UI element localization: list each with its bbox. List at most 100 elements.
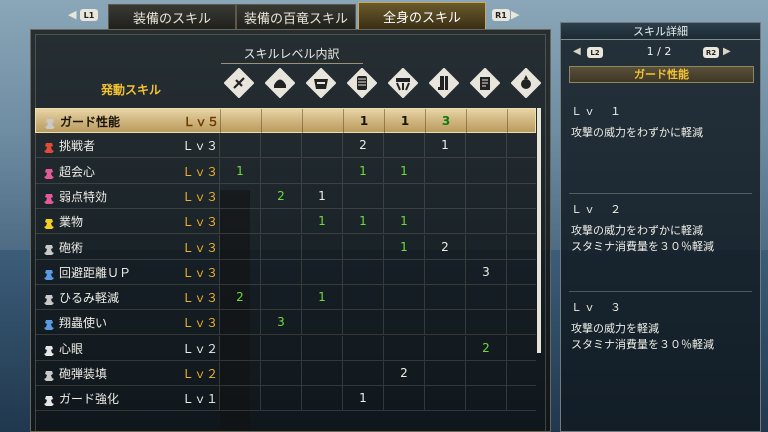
skill-points-cell bbox=[424, 158, 465, 183]
skill-points-cell bbox=[219, 234, 260, 259]
skill-points-cell: 2 bbox=[342, 133, 383, 158]
scrollbar-thumb[interactable] bbox=[537, 108, 541, 353]
skill-name: 業物 bbox=[59, 215, 84, 230]
skill-points-cell bbox=[219, 310, 260, 335]
skill-points-cell: 1 bbox=[342, 209, 383, 234]
skill-level: Ｌｖ５ bbox=[183, 115, 220, 129]
skill-points-cell bbox=[342, 310, 383, 335]
skill-points-cell: 2 bbox=[424, 234, 465, 259]
level-divider bbox=[569, 193, 752, 194]
skill-name: ひるみ軽減 bbox=[59, 291, 120, 306]
skill-points-cell bbox=[424, 209, 465, 234]
skill-row[interactable]: ガード性能 Ｌｖ５ 1 1 3 bbox=[35, 108, 536, 133]
skill-row[interactable]: 回避距離ＵＰ Ｌｖ３ 3 bbox=[35, 259, 536, 285]
skill-row[interactable]: 挑戦者 Ｌｖ３ 2 1 bbox=[35, 133, 536, 159]
r1-button[interactable]: R1 bbox=[492, 9, 510, 21]
skill-level: Ｌｖ３ bbox=[182, 265, 219, 280]
tab-left-arrow-icon: ◀ bbox=[68, 8, 77, 21]
skill-row[interactable]: 砲弾装填 Ｌｖ２ 2 bbox=[35, 361, 536, 386]
skill-points-cell bbox=[383, 259, 424, 284]
activated-skills-label: 発動スキル bbox=[101, 83, 162, 97]
skill-points-cell bbox=[424, 259, 465, 284]
tab-rampage-skills[interactable]: 装備の百竜スキル bbox=[236, 4, 356, 29]
skill-points-cell bbox=[261, 109, 302, 133]
skill-points-cell bbox=[342, 234, 383, 259]
skill-points-cell bbox=[219, 361, 260, 385]
skill-points-cell bbox=[383, 310, 424, 335]
l2-button[interactable]: L2 bbox=[587, 47, 603, 58]
skill-row[interactable]: ガード強化 Ｌｖ１ 1 bbox=[35, 386, 536, 412]
skill-points-cell: 1 bbox=[424, 133, 465, 158]
skill-name: 弱点特効 bbox=[59, 189, 108, 204]
r2-button[interactable]: R2 bbox=[703, 47, 719, 58]
skill-points-cell: 1 bbox=[342, 158, 383, 183]
skill-points-cell bbox=[424, 335, 465, 360]
waist-armor-icon bbox=[387, 67, 419, 99]
skill-points-cell: 1 bbox=[383, 234, 424, 259]
skill-row[interactable]: 業物 Ｌｖ３ 1 1 1 bbox=[35, 209, 536, 235]
pager-right-arrow-icon[interactable]: ▶ bbox=[723, 46, 731, 57]
skill-points-cell bbox=[342, 285, 383, 310]
skill-points-cell bbox=[260, 158, 301, 183]
skill-points-cell bbox=[342, 183, 383, 208]
skill-row[interactable]: 超会心 Ｌｖ３ 1 1 1 bbox=[35, 158, 536, 184]
pager-left-arrow-icon[interactable]: ◀ bbox=[573, 46, 581, 57]
skill-points-cell bbox=[465, 234, 506, 259]
detail-pager: ◀ L2 1 / 2 R2 ▶ bbox=[571, 45, 751, 61]
skill-points-cell: 1 bbox=[301, 285, 342, 310]
skill-points-cell bbox=[506, 361, 547, 385]
skill-name: 翔蟲使い bbox=[59, 316, 108, 331]
tab-equipment-skills[interactable]: 装備のスキル bbox=[108, 4, 236, 29]
level-divider bbox=[569, 291, 752, 292]
detail-header: スキル詳細 bbox=[561, 23, 760, 40]
skill-level: Ｌｖ２ bbox=[182, 341, 219, 356]
level-1-description: Ｌｖ １ 攻撃の威力をわずかに軽減 bbox=[571, 103, 751, 141]
decoration-icon bbox=[510, 67, 542, 99]
l1-button[interactable]: L1 bbox=[80, 9, 98, 21]
level-desc-line: 攻撃の威力をわずかに軽減 bbox=[571, 224, 703, 237]
arm-armor-icon bbox=[346, 67, 378, 99]
skill-points-cell: 2 bbox=[465, 335, 506, 360]
skill-points-cell bbox=[342, 335, 383, 360]
skill-points-cell bbox=[465, 209, 506, 234]
level-desc-line: 攻撃の威力を軽減 bbox=[571, 322, 659, 335]
skill-points-cell bbox=[220, 109, 261, 133]
tab-all-skills[interactable]: 全身のスキル bbox=[358, 2, 486, 29]
skill-row[interactable]: 弱点特効 Ｌｖ３ 2 1 bbox=[35, 183, 536, 209]
skill-name: 砲弾装填 bbox=[59, 367, 108, 381]
skill-points-cell bbox=[219, 386, 260, 411]
skill-points-cell bbox=[383, 285, 424, 310]
skill-row[interactable]: ひるみ軽減 Ｌｖ３ 2 1 bbox=[35, 285, 536, 311]
skill-points-cell bbox=[219, 335, 260, 360]
skill-row[interactable]: 翔蟲使い Ｌｖ３ 3 bbox=[35, 310, 536, 336]
skill-type-icon bbox=[43, 342, 55, 356]
weapon-icon bbox=[223, 67, 255, 99]
skill-points-cell bbox=[465, 133, 506, 158]
skill-points-cell bbox=[260, 335, 301, 360]
skill-points-cell bbox=[301, 335, 342, 360]
skill-level: Ｌｖ３ bbox=[182, 139, 219, 154]
skill-points-cell bbox=[301, 361, 342, 385]
skill-type-icon bbox=[43, 266, 55, 280]
skill-name: ガード性能 bbox=[60, 115, 121, 129]
skill-points-cell: 1 bbox=[383, 158, 424, 183]
skill-points-cell bbox=[260, 386, 301, 411]
skill-points-cell: 3 bbox=[425, 109, 466, 133]
helmet-icon bbox=[264, 67, 296, 99]
skill-points-cell bbox=[260, 209, 301, 234]
skill-row[interactable]: 心眼 Ｌｖ２ 2 bbox=[35, 335, 536, 361]
skill-row[interactable]: 砲術 Ｌｖ３ 1 2 bbox=[35, 234, 536, 260]
skill-points-cell bbox=[260, 133, 301, 158]
skill-points-cell bbox=[301, 133, 342, 158]
skill-level: Ｌｖ３ bbox=[182, 240, 219, 255]
level-label: Ｌｖ ３ bbox=[571, 301, 623, 314]
skill-name: ガード強化 bbox=[59, 392, 120, 407]
skill-points-cell bbox=[383, 386, 424, 411]
skill-points-cell bbox=[424, 386, 465, 411]
level-desc-line: 攻撃の威力をわずかに軽減 bbox=[571, 126, 703, 139]
equipment-column-icons bbox=[219, 67, 547, 99]
skill-points-cell bbox=[424, 310, 465, 335]
skill-name: 回避距離ＵＰ bbox=[59, 265, 132, 280]
skill-type-icon bbox=[43, 316, 55, 331]
skill-points-cell bbox=[465, 285, 506, 310]
